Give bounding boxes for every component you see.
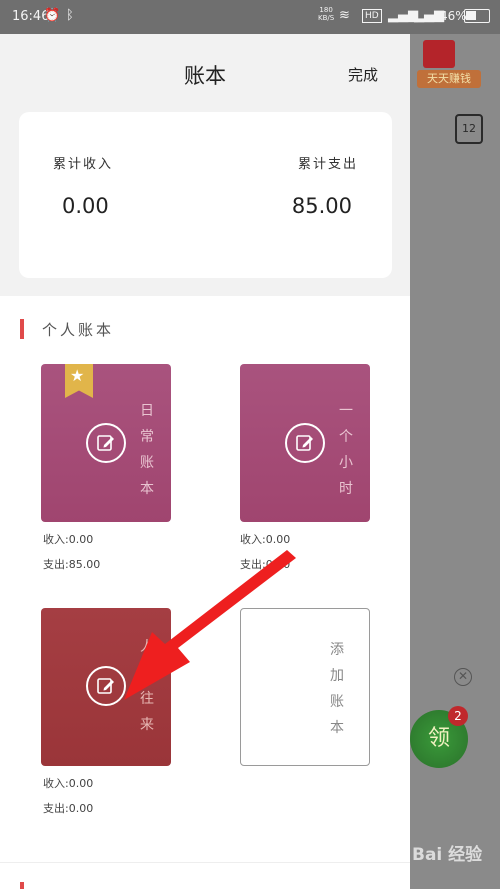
done-button[interactable]: 完成 [348, 64, 378, 85]
battery-percent: 46% [440, 9, 467, 23]
alarm-icon: ⏰ [44, 8, 61, 23]
book-expense: 支出:85.00 [43, 558, 101, 571]
edit-book-button[interactable] [86, 423, 126, 463]
background-app: 天天赚钱 12 ✕ 领 2 Bai 经验 [410, 34, 500, 889]
network-speed-value: 180 [319, 6, 333, 14]
notification-badge: 2 [448, 706, 468, 726]
close-icon[interactable]: ✕ [454, 668, 472, 686]
book-card-daily[interactable]: ★ 日常账本 [41, 364, 171, 522]
section-title: 个人账本 [42, 321, 115, 339]
edit-icon [296, 435, 313, 451]
book-income: 收入:0.00 [240, 533, 291, 546]
total-income-label: 累计收入 [53, 157, 114, 172]
favorite-bookmark: ★ [65, 364, 93, 398]
total-expense-label: 累计支出 [297, 157, 358, 172]
book-title: 人情往来 [140, 639, 154, 733]
calendar-icon[interactable]: 12 [455, 114, 483, 144]
divider [0, 862, 410, 863]
header-area: 账本 完成 累计收入 0.00 累计支出 85.00 [0, 34, 410, 296]
book-income: 收入:0.00 [43, 777, 94, 790]
account-books-panel: 账本 完成 累计收入 0.00 累计支出 85.00 个人账本 ★ 日常账本 收… [0, 34, 410, 889]
bg-banner-label: 天天赚钱 [417, 70, 481, 88]
book-income: 收入:0.00 [43, 533, 94, 546]
edit-icon [97, 678, 114, 694]
watermark: Bai 经验 [412, 845, 483, 865]
edit-book-button[interactable] [86, 666, 126, 706]
wifi-icon: ≋ [339, 8, 350, 23]
hd-badge: HD [362, 9, 382, 23]
edit-icon [97, 435, 114, 451]
battery-icon [464, 9, 490, 23]
edit-book-button[interactable] [285, 423, 325, 463]
book-card-hour[interactable]: 一个小时 [240, 364, 370, 522]
summary-card: 累计收入 0.00 累计支出 85.00 [19, 112, 392, 278]
book-title: 一个小时 [339, 403, 353, 497]
section-accent-bar [20, 882, 24, 889]
total-expense-value: 85.00 [291, 194, 352, 218]
book-title: 日常账本 [140, 403, 154, 497]
network-speed: 180 KB/S [318, 6, 334, 22]
book-card-favors[interactable]: 人情往来 [41, 608, 171, 766]
section-accent-bar [20, 319, 24, 339]
total-income-value: 0.00 [62, 194, 109, 218]
network-speed-unit: KB/S [318, 14, 335, 22]
bluetooth-icon: ᛒ [66, 8, 74, 23]
add-book-label: 添加账本 [330, 642, 344, 736]
star-icon: ★ [70, 366, 85, 385]
bg-banner[interactable]: 天天赚钱 [417, 36, 487, 90]
add-book-button[interactable]: 添加账本 [240, 608, 370, 766]
status-bar: 16:46 ⏰ ᛒ 180 KB/S ≋ HD ▂▄▆ ▂▄▆ 46% [0, 0, 500, 34]
book-expense: 支出:0.00 [240, 558, 291, 571]
book-expense: 支出:0.00 [43, 802, 94, 815]
red-envelope-icon [423, 40, 455, 68]
